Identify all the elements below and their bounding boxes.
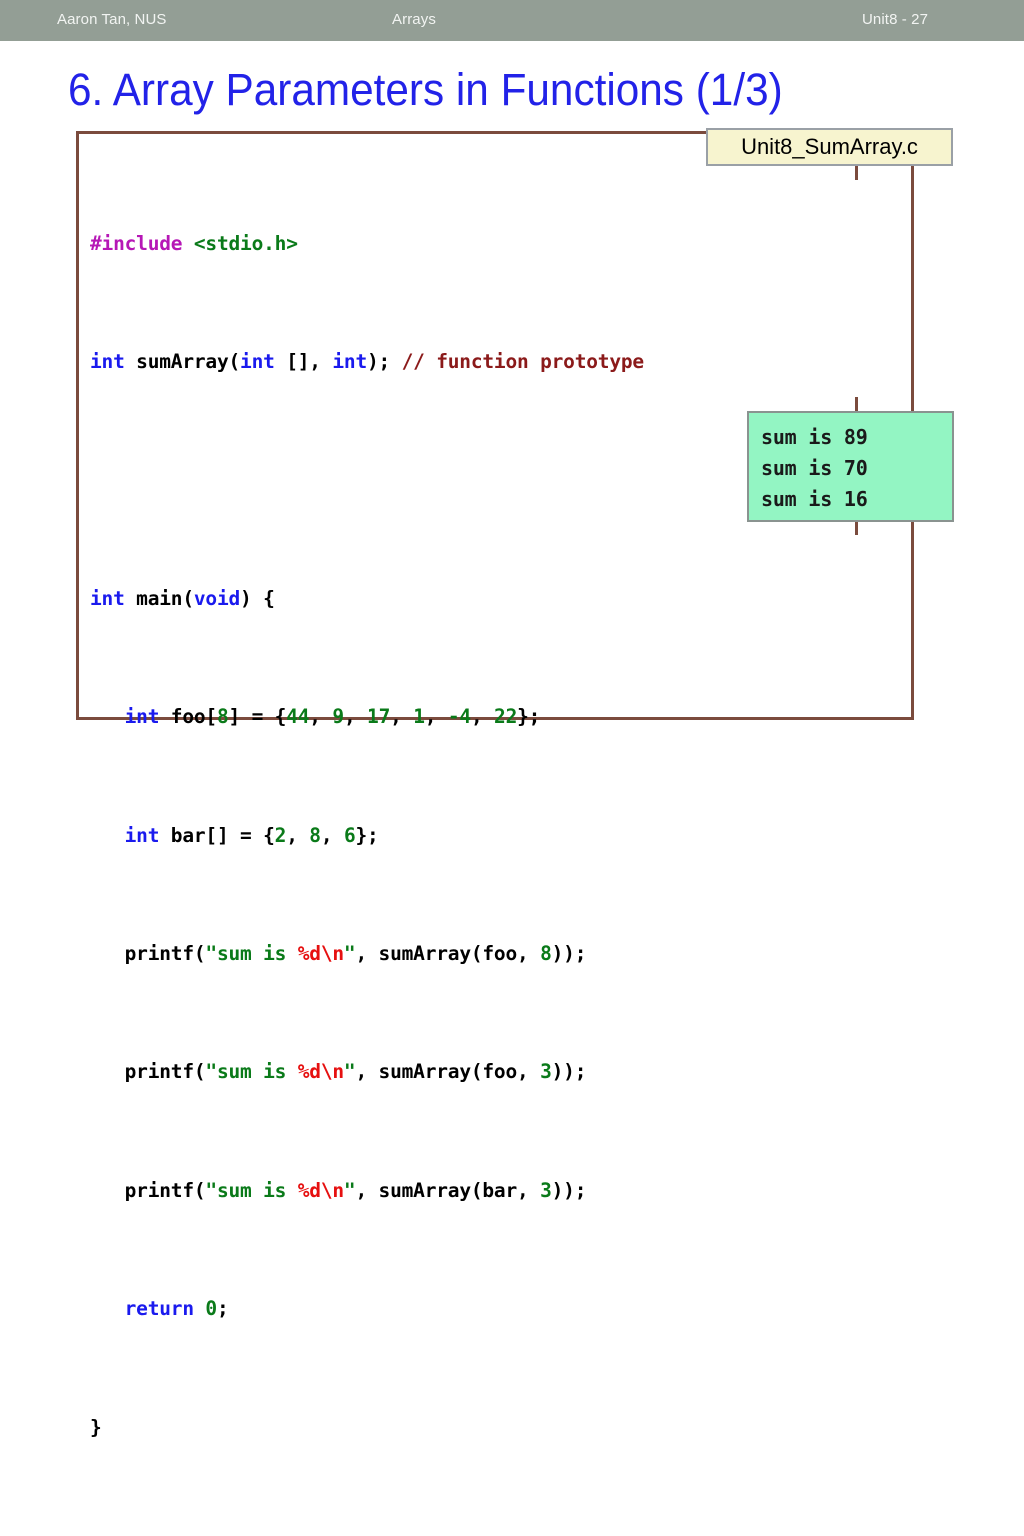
code-token-keyword: int <box>90 350 125 374</box>
code-line: printf("sum is %d\n", sumArray(foo, 8)); <box>90 942 587 966</box>
code-token-number: 3 <box>540 1060 552 1084</box>
code-token-number: 8 <box>216 705 229 729</box>
code-token-keyword: return <box>124 1297 194 1321</box>
code-token-number: 2 <box>274 823 287 847</box>
code-token-number: 8 <box>309 823 321 847</box>
code-token-string: " <box>343 1060 356 1084</box>
code-token-format-specifier: %d\n <box>297 1178 344 1202</box>
code-token-keyword: int <box>124 705 160 729</box>
source-code: #include <stdio.h> int sumArray(int [], … <box>90 140 644 1536</box>
code-token-preprocessor: #include <box>90 231 183 255</box>
code-token-keyword: int <box>124 823 160 847</box>
program-output-callout-box: sum is 89 sum is 70 sum is 16 <box>747 411 954 522</box>
code-token-keyword: int <box>332 350 367 374</box>
code-token-number: 1 <box>413 705 425 729</box>
code-token-string: " <box>343 1178 356 1202</box>
code-line: int sumArray(int [], int); // function p… <box>90 350 645 374</box>
code-token-format-specifier: %d\n <box>297 1060 344 1084</box>
code-line: #include <stdio.h> <box>90 229 644 259</box>
output-line: sum is 16 <box>761 487 868 511</box>
page-title: 6. Array Parameters in Functions (1/3) <box>68 64 783 115</box>
code-token-keyword: int <box>240 350 275 374</box>
code-token-number: 9 <box>332 705 344 729</box>
code-token-number: 0 <box>205 1297 217 1321</box>
output-line: sum is 70 <box>761 456 868 480</box>
code-token-string: "sum is <box>205 1178 298 1202</box>
code-line: } <box>90 1415 102 1439</box>
code-token-number: -4 <box>447 705 471 729</box>
code-token-keyword: void <box>193 586 241 610</box>
code-token-number: 22 <box>494 705 518 729</box>
code-token-string: "sum is <box>205 1060 298 1084</box>
code-line: int foo[8] = {44, 9, 17, 1, -4, 22}; <box>124 705 541 729</box>
code-token-number: 17 <box>367 705 391 729</box>
code-token-number: 8 <box>540 942 552 966</box>
header-author: Aaron Tan, NUS <box>57 11 167 28</box>
slide-header-bar: Aaron Tan, NUS Arrays Unit8 - 27 <box>0 0 1024 41</box>
callout-connector-line <box>855 521 858 535</box>
code-token-number: 6 <box>343 823 356 847</box>
callout-connector-line <box>855 397 858 412</box>
code-token-keyword: int <box>90 586 125 610</box>
header-unit-slide-number: Unit8 - 27 <box>862 11 929 28</box>
code-token-string: "sum is <box>205 942 298 966</box>
code-token-header: <stdio.h> <box>193 231 298 255</box>
code-token-number: 44 <box>286 705 310 729</box>
callout-connector-line <box>855 166 858 180</box>
code-token-number: 3 <box>540 1178 552 1202</box>
code-line: printf("sum is %d\n", sumArray(foo, 3)); <box>90 1060 587 1084</box>
output-line: sum is 89 <box>761 425 868 449</box>
header-topic: Arrays <box>392 11 436 28</box>
code-line: return 0; <box>124 1297 229 1321</box>
code-token-comment: // function prototype <box>401 350 645 374</box>
code-line: int bar[] = {2, 8, 6}; <box>124 823 379 847</box>
filename-callout-box: Unit8_SumArray.c <box>706 128 953 166</box>
code-line: int main(void) { <box>90 586 275 610</box>
code-token-format-specifier: %d\n <box>297 942 344 966</box>
code-line: printf("sum is %d\n", sumArray(bar, 3)); <box>90 1178 587 1202</box>
code-token-string: " <box>343 942 356 966</box>
filename-label: Unit8_SumArray.c <box>741 134 918 159</box>
